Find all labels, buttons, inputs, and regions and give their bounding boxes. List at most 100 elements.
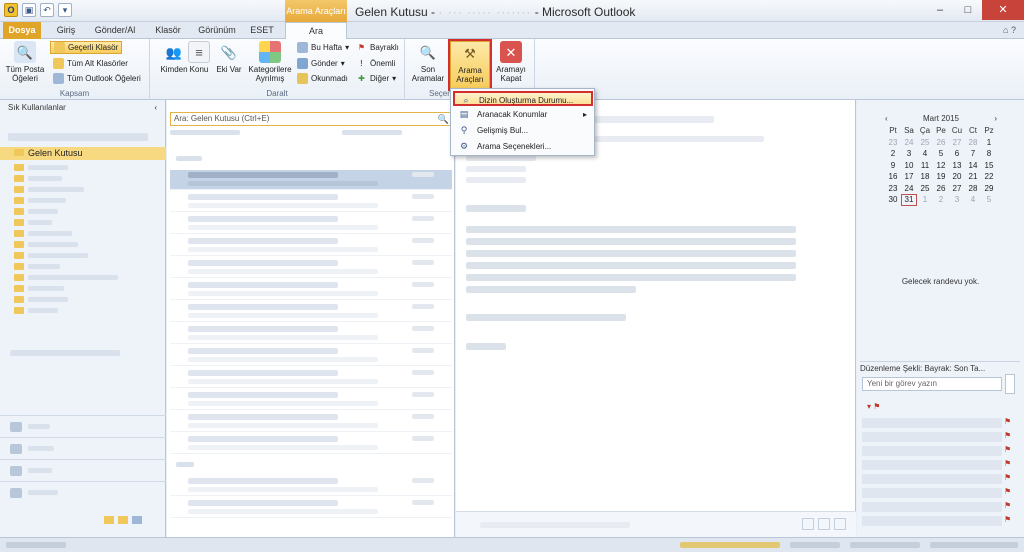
task-scrollbar[interactable] — [1005, 374, 1015, 394]
day-cell[interactable]: 4 — [917, 148, 933, 160]
day-cell[interactable]: 25 — [917, 183, 933, 195]
list-item[interactable] — [170, 192, 452, 212]
day-cell[interactable]: 10 — [901, 160, 917, 172]
day-cell[interactable]: 20 — [949, 171, 965, 183]
list-item[interactable] — [170, 302, 452, 322]
nav-contacts-button[interactable] — [0, 459, 166, 481]
day-cell[interactable]: 5 — [933, 148, 949, 160]
day-cell[interactable]: 27 — [949, 137, 965, 149]
folder-item[interactable] — [0, 162, 166, 173]
tab-file[interactable]: Dosya — [3, 22, 41, 39]
menu-item-indexing-status[interactable]: ⌕ Dizin Oluşturma Durumu... — [453, 91, 593, 106]
maximize-button[interactable]: □ — [954, 0, 982, 20]
notes-icon[interactable] — [104, 516, 114, 524]
people-pane-button[interactable] — [802, 518, 814, 530]
day-cell[interactable]: 7 — [965, 148, 981, 160]
day-cell[interactable]: 8 — [981, 148, 997, 160]
tab-send-receive[interactable]: Gönder/Al — [90, 22, 140, 39]
task-item[interactable] — [862, 516, 1002, 526]
unread-button[interactable]: Okunmadı — [297, 72, 348, 85]
task-item[interactable] — [862, 502, 1002, 512]
recent-searches-button[interactable]: 🔍 Son Aramalar — [407, 41, 449, 84]
undo-icon[interactable]: ↶ — [40, 3, 54, 17]
tab-view[interactable]: Görünüm — [194, 22, 240, 39]
folder-item[interactable] — [0, 294, 166, 305]
day-cell[interactable]: 15 — [981, 160, 997, 172]
day-cell[interactable]: 28 — [965, 137, 981, 149]
flag-icon[interactable]: ⚑ — [1004, 460, 1012, 468]
nav-mail-button[interactable] — [0, 415, 166, 437]
all-mail-items-button[interactable]: 🔍 Tüm Posta Öğeleri — [4, 41, 46, 83]
flag-icon[interactable]: ⚑ — [1004, 474, 1012, 482]
day-cell[interactable]: 13 — [949, 160, 965, 172]
list-item[interactable] — [170, 346, 452, 366]
flag-icon[interactable]: ⚑ — [1004, 418, 1012, 426]
day-cell[interactable]: 3 — [949, 194, 965, 206]
search-tools-button[interactable]: ⚒ Arama Araçları — [448, 39, 492, 91]
minimize-button[interactable]: – — [926, 0, 954, 20]
favorites-header[interactable]: Sık Kullanılanlar ‹ — [0, 100, 165, 115]
outlook-app-icon[interactable]: O — [4, 3, 18, 17]
flag-icon[interactable]: ⚑ — [1004, 446, 1012, 454]
folder-item[interactable] — [0, 272, 166, 283]
list-item[interactable] — [170, 368, 452, 388]
current-folder-button[interactable]: Geçerli Klasör — [50, 41, 123, 54]
this-week-button[interactable]: Bu Hafta ▾ — [297, 41, 349, 54]
nav-calendar-button[interactable] — [0, 437, 166, 459]
day-cell[interactable]: 9 — [885, 160, 901, 172]
list-item[interactable] — [170, 412, 452, 432]
people-pane-button[interactable] — [834, 518, 846, 530]
menu-item-search-options[interactable]: ⚙ Arama Seçenekleri... — [453, 139, 593, 154]
folder-item[interactable] — [0, 261, 166, 272]
categorized-button[interactable]: Kategorilere Ayrılmış — [244, 41, 296, 83]
folder-item[interactable] — [0, 206, 166, 217]
important-button[interactable]: ! Önemli — [356, 57, 395, 70]
folder-item[interactable] — [0, 283, 166, 294]
day-cell[interactable]: 22 — [981, 171, 997, 183]
day-cell[interactable]: 18 — [917, 171, 933, 183]
folder-item[interactable] — [0, 239, 166, 250]
task-item[interactable] — [862, 446, 1002, 456]
people-pane-button[interactable] — [818, 518, 830, 530]
list-item[interactable] — [170, 324, 452, 344]
folder-list-icon[interactable] — [118, 516, 128, 524]
list-item[interactable] — [170, 214, 452, 234]
customize-toolbar-icon[interactable]: ▾ — [58, 3, 72, 17]
list-item[interactable] — [170, 390, 452, 410]
day-cell[interactable]: 2 — [933, 194, 949, 206]
save-icon[interactable]: ▣ — [22, 3, 36, 17]
folder-item[interactable] — [0, 305, 166, 316]
folder-item[interactable] — [0, 250, 166, 261]
list-item[interactable] — [170, 170, 452, 190]
task-item[interactable] — [862, 488, 1002, 498]
sent-to-button[interactable]: Gönder ▾ — [297, 57, 345, 70]
flag-icon[interactable]: ⚑ — [1004, 502, 1012, 510]
day-cell[interactable]: 4 — [965, 194, 981, 206]
folder-item[interactable] — [0, 173, 166, 184]
folder-item[interactable] — [0, 184, 166, 195]
day-cell[interactable]: 23 — [885, 183, 901, 195]
shortcuts-icon[interactable] — [132, 516, 142, 524]
folder-item[interactable] — [0, 217, 166, 228]
list-item[interactable] — [170, 434, 452, 454]
list-item[interactable] — [170, 236, 452, 256]
day-cell[interactable]: 2 — [885, 148, 901, 160]
zoom-slider[interactable] — [930, 542, 1018, 548]
day-cell[interactable]: 3 — [901, 148, 917, 160]
day-cell[interactable]: 26 — [933, 183, 949, 195]
search-icon[interactable]: 🔍 — [438, 113, 449, 125]
more-button[interactable]: ✚ Diğer ▾ — [356, 72, 396, 85]
tab-folder[interactable]: Klasör — [148, 22, 188, 39]
day-cell[interactable]: 25 — [917, 137, 933, 149]
day-cell[interactable]: 12 — [933, 160, 949, 172]
folder-item[interactable] — [0, 195, 166, 206]
day-cell[interactable]: 6 — [949, 148, 965, 160]
list-item[interactable] — [170, 476, 452, 496]
collapse-icon[interactable]: ‹ — [154, 100, 157, 115]
day-cell[interactable]: 27 — [949, 183, 965, 195]
day-cell[interactable]: 24 — [901, 137, 917, 149]
list-item[interactable] — [170, 280, 452, 300]
prev-month-icon[interactable]: ‹ — [885, 114, 888, 125]
all-subfolders-button[interactable]: Tüm Alt Klasörler — [53, 57, 128, 70]
next-month-icon[interactable]: › — [994, 114, 997, 125]
